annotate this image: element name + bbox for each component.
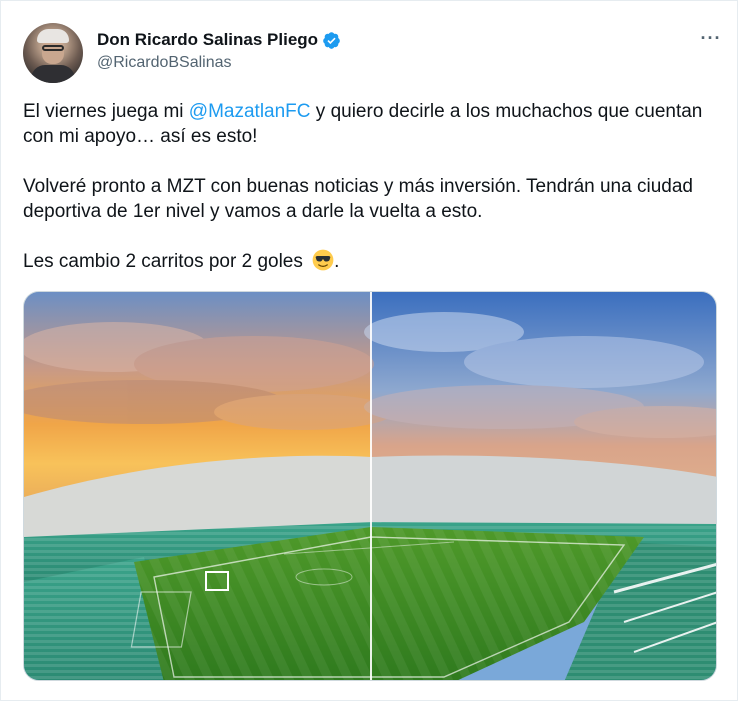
stadium-photo [24,292,716,680]
author-name-row[interactable]: Don Ricardo Salinas Pliego [97,29,341,51]
more-options-icon[interactable]: ··· [699,28,723,48]
author-handle[interactable]: @RicardoBSalinas [97,54,232,72]
text-segment: El viernes juega mi [23,101,189,122]
avatar-glasses [42,45,64,51]
tweet-card[interactable]: Don Ricardo Salinas Pliego @RicardoBSali… [0,0,738,701]
avatar-shirt [31,65,75,83]
tweet-header: Don Ricardo Salinas Pliego @RicardoBSali… [23,23,723,83]
verified-badge-icon [322,31,341,50]
text-segment: Les cambio 2 carritos por 2 goles [23,251,309,272]
avatar-hair [37,29,69,43]
tweet-paragraph-1: El viernes juega mi @MazatlanFC y quiero… [23,99,723,149]
author-display-name[interactable]: Don Ricardo Salinas Pliego [97,30,318,50]
sunglasses-emoji-icon [312,249,334,271]
mention-link[interactable]: @MazatlanFC [189,101,311,122]
avatar[interactable] [23,23,83,83]
tweet-text: El viernes juega mi @MazatlanFC y quiero… [23,99,723,274]
tweet-media-photo[interactable] [23,291,717,681]
tweet-paragraph-2: Volveré pronto a MZT con buenas noticias… [23,176,693,222]
text-segment: . [334,251,340,272]
tweet-paragraph-3: Les cambio 2 carritos por 2 goles . [23,249,723,274]
